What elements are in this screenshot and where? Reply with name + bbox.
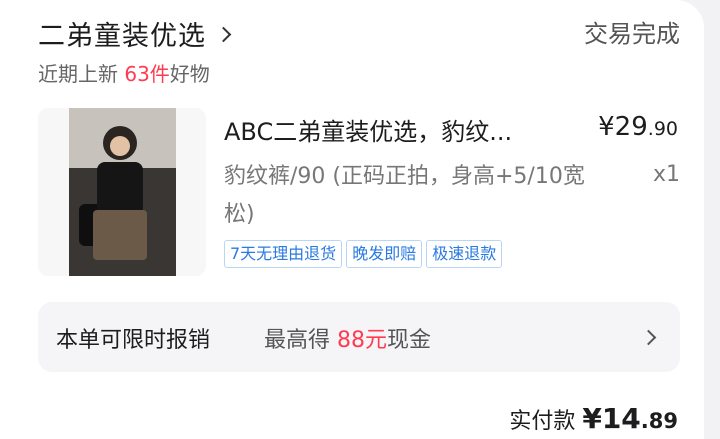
new-arrivals-suffix: 好物 (169, 62, 210, 86)
paid-amount: 实付款 ¥14.89 (509, 402, 678, 435)
paid-total: ¥14.89 (582, 402, 678, 435)
order-card: 二弟童装优选 交易完成 近期上新 63件好物 ABC二弟童装优选，豹纹... ¥… (0, 0, 704, 439)
reimbursement-lead: 本单可限时报销 (56, 328, 211, 353)
price-decimal: .90 (647, 118, 678, 140)
service-tags: 7天无理由退货 晚发即赔 极速退款 (224, 240, 503, 268)
new-arrivals-count: 63件 (124, 62, 170, 86)
shop-name[interactable]: 二弟童装优选 (38, 14, 206, 53)
tag-7day-return[interactable]: 7天无理由退货 (224, 240, 343, 268)
paid-decimal: .89 (640, 409, 678, 433)
product-photo (69, 108, 176, 276)
tag-fast-refund[interactable]: 极速退款 (426, 240, 503, 268)
shirt-shape (97, 162, 143, 212)
shop-new-arrivals[interactable]: 近期上新 63件好物 (38, 58, 210, 87)
reimbursement-banner[interactable]: 本单可限时报销 最高得 88元现金 (38, 302, 680, 372)
product-title[interactable]: ABC二弟童装优选，豹纹... (224, 112, 564, 147)
product-thumbnail[interactable] (38, 108, 206, 276)
chevron-right-icon[interactable] (215, 26, 232, 43)
reimbursement-prefix: 最高得 (264, 328, 331, 353)
tag-late-delivery-compensation[interactable]: 晚发即赔 (346, 240, 423, 268)
face-shape (110, 136, 130, 156)
leopard-pants-shape (93, 210, 147, 260)
product-price: ¥29.90 (598, 112, 678, 142)
reimbursement-desc: 最高得 88元现金 (264, 322, 431, 354)
paid-label: 实付款 (509, 409, 576, 434)
product-quantity: x1 (652, 162, 680, 187)
shop-header[interactable]: 二弟童装优选 (38, 14, 232, 53)
new-arrivals-prefix: 近期上新 (38, 62, 118, 86)
reimbursement-suffix: 现金 (387, 328, 432, 353)
order-status: 交易完成 (584, 20, 680, 48)
reimbursement-amount: 88元 (337, 328, 388, 353)
chevron-right-icon[interactable] (640, 329, 657, 346)
paid-integer: ¥14 (582, 402, 641, 435)
price-integer: ¥29 (598, 112, 648, 142)
product-spec: 豹纹裤/90 (正码正拍，身高+5/10宽松) (224, 164, 585, 227)
